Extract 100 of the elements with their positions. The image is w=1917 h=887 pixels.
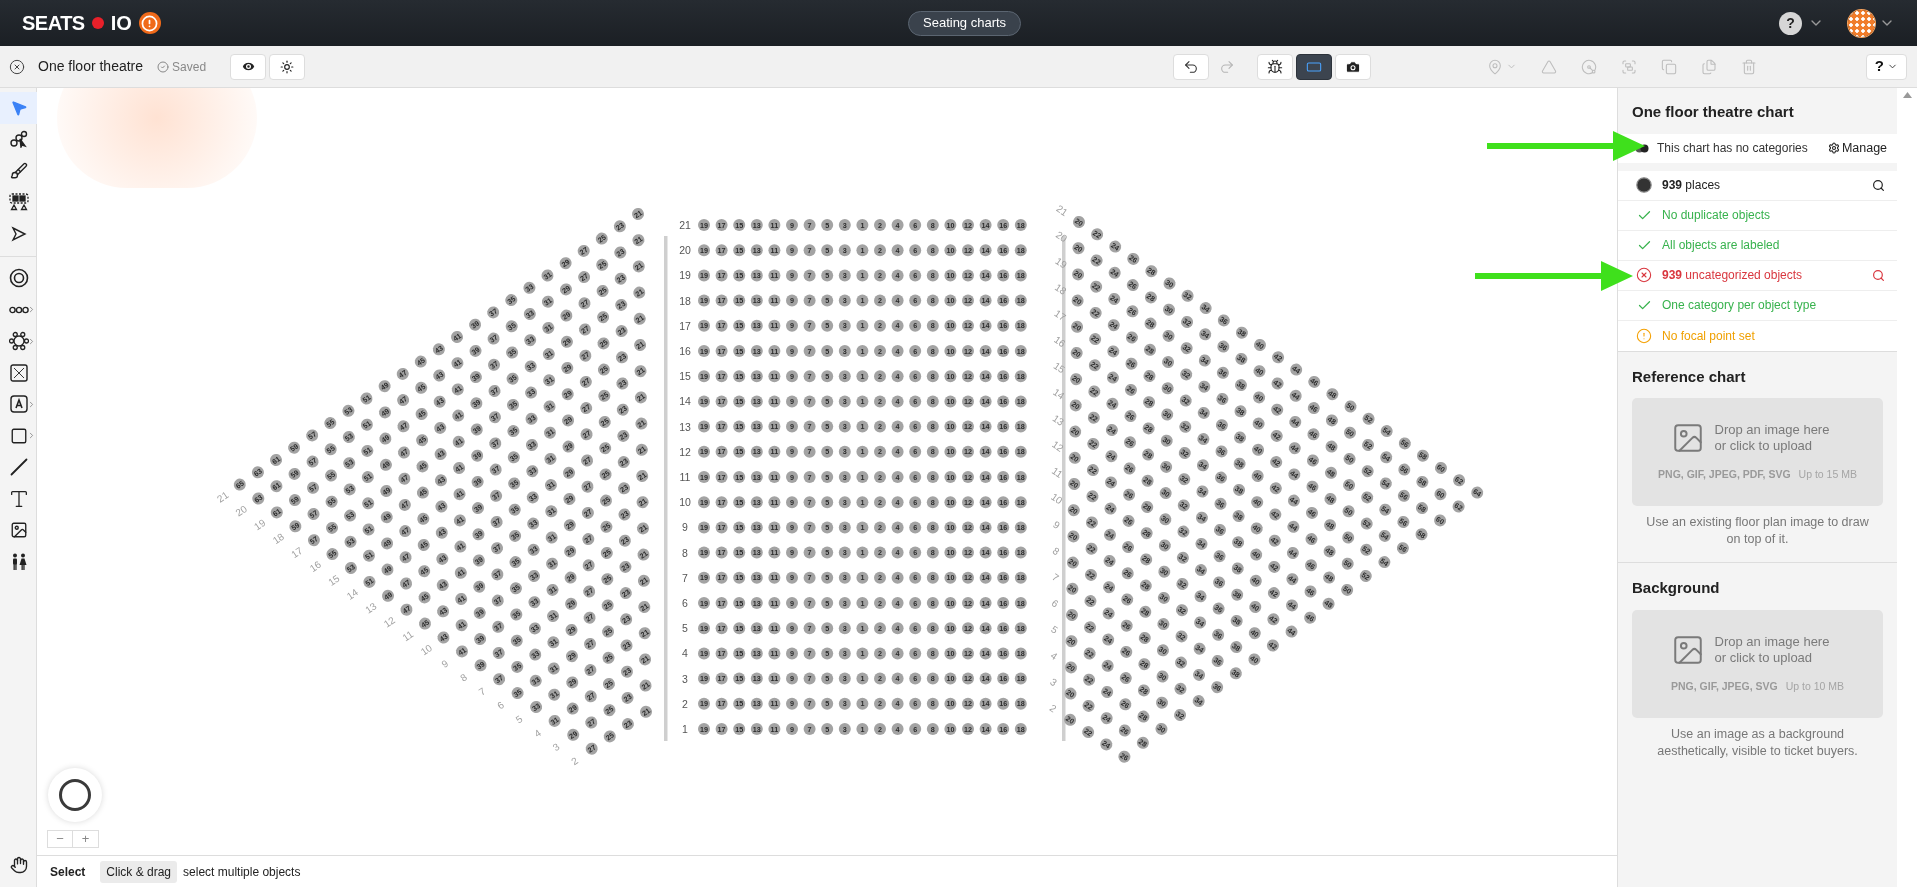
avatar[interactable]: [1848, 9, 1875, 37]
row-label: 16: [307, 558, 323, 575]
save-status: Saved: [172, 58, 207, 76]
scroll-up-icon[interactable]: [1902, 92, 1912, 98]
row-label: 16: [679, 345, 691, 357]
row-label: 15: [679, 370, 691, 383]
row-label: 2: [682, 697, 688, 710]
row-label: 9: [682, 521, 688, 534]
redo-icon: [1219, 58, 1236, 75]
alert-badge-icon: [138, 12, 161, 34]
logo-text: IO: [110, 11, 132, 36]
preview-button[interactable]: [230, 53, 267, 80]
formats-text: PNG, GIF, JPEG, PDF, SVG: [1658, 467, 1791, 483]
bug-icon: [1267, 58, 1284, 75]
square-icon: [9, 426, 28, 445]
row-label: 19: [252, 517, 268, 533]
row-label: 6: [1049, 597, 1061, 610]
row-label: 13: [679, 420, 691, 433]
mode-button[interactable]: [1296, 53, 1333, 80]
check-text: One category per object type: [1662, 297, 1817, 314]
close-icon[interactable]: [9, 58, 25, 75]
row-label: 19: [1053, 255, 1069, 271]
theme-button[interactable]: [269, 53, 306, 80]
copy-icon: [1661, 58, 1678, 75]
zoom-in-button[interactable]: +: [73, 831, 98, 847]
row-label: 15: [326, 572, 342, 588]
check-text: No duplicate objects: [1662, 207, 1771, 224]
row-label: 8: [682, 546, 688, 559]
row-label: 11: [400, 628, 416, 644]
row-label: 10: [1049, 491, 1065, 507]
row-label: 5: [682, 622, 688, 635]
gear-icon: [1827, 142, 1840, 154]
search-icon[interactable]: [1872, 178, 1886, 192]
row-label: 20: [233, 503, 249, 519]
nav-tab[interactable]: Seating charts: [908, 10, 1022, 36]
files-icon: [1701, 58, 1718, 75]
row-label: 4: [682, 647, 688, 660]
hint-text: Use an existing floor plan image to draw on top of it.: [1645, 514, 1870, 548]
row-label: 2: [569, 754, 580, 768]
section-select-icon: [8, 193, 29, 212]
row-label: 21: [1054, 202, 1070, 219]
row-label: 18: [679, 294, 691, 307]
upload-dropzone[interactable]: Drop an image here or click to upload PNG, GIF, JPEG, SVG Up to 10 MB: [1632, 609, 1884, 718]
row-label: 20: [679, 244, 691, 257]
upload-dropzone[interactable]: Drop an image here or click to upload PNG, GIF, JPEG, PDF, SVG Up to 15 MB: [1632, 398, 1884, 506]
submenu-chevron-icon: [27, 431, 36, 440]
row-label: 2: [1047, 702, 1059, 715]
row-label: 21: [215, 489, 231, 505]
categories-text: This chart has no categories: [1657, 140, 1808, 157]
undo-icon: [1183, 58, 1200, 75]
row-label: 17: [1052, 307, 1068, 323]
seats-pointer-icon: [9, 130, 28, 149]
row-label: 13: [363, 600, 379, 616]
undo-button[interactable]: [1173, 53, 1210, 80]
row-label: 3: [550, 741, 562, 754]
hand-icon: [9, 856, 28, 875]
warning-icon: [1636, 327, 1652, 344]
logo-text: SEATS: [22, 11, 85, 36]
row-label: 3: [1048, 676, 1059, 689]
row-label: 10: [679, 496, 691, 509]
row-label: 9: [1051, 518, 1062, 531]
row-label: 7: [1050, 571, 1061, 584]
row-label: 6: [682, 597, 688, 609]
row-icon: [8, 305, 29, 314]
table-icon: [8, 331, 29, 352]
row-label: 4: [532, 727, 543, 740]
zoom-out-button[interactable]: −: [48, 831, 73, 847]
size-limit-text: Up to 15 MB: [1798, 467, 1857, 483]
row-label: 10: [418, 642, 435, 658]
submenu-chevron-icon: [27, 336, 36, 346]
group-icon: [1621, 58, 1638, 75]
row-label: 18: [270, 530, 286, 547]
row-label: 21: [679, 219, 691, 231]
check-text: 939 places: [1662, 177, 1721, 194]
row-label: 9: [439, 657, 451, 670]
row-label: 8: [1050, 545, 1062, 558]
size-limit-text: Up to 10 MB: [1785, 678, 1845, 694]
formats-text: PNG, GIF, JPEG, SVG: [1670, 678, 1778, 694]
row-label: 17: [679, 319, 691, 332]
row-label: 6: [495, 699, 506, 712]
section-title: Reference chart: [1632, 366, 1747, 387]
submenu-chevron-icon: [27, 399, 36, 409]
submenu-chevron-icon: [27, 305, 36, 314]
row-label: 14: [344, 586, 360, 602]
row-label: 5: [513, 713, 525, 726]
pointer-icon: [9, 98, 28, 117]
trash-icon: [1741, 58, 1758, 75]
help-button[interactable]: ?: [1865, 53, 1907, 80]
row-label: 12: [381, 614, 398, 630]
pin-icon: [1487, 58, 1504, 75]
row-label: 16: [1052, 333, 1068, 350]
row-label: 18: [1052, 281, 1069, 297]
compass-control[interactable]: [48, 768, 102, 822]
manage-button[interactable]: Manage: [1827, 138, 1888, 158]
saved-check-icon: [157, 60, 170, 73]
drop-text: Drop an image here or click to upload: [1714, 422, 1831, 455]
chart-name: One floor theatre: [38, 57, 144, 76]
hint-text: Use an image as a background aesthetically, visible to ticket buyers.: [1656, 725, 1859, 760]
help-button[interactable]: ?: [1779, 11, 1802, 35]
triangle-icon: [1541, 58, 1558, 75]
